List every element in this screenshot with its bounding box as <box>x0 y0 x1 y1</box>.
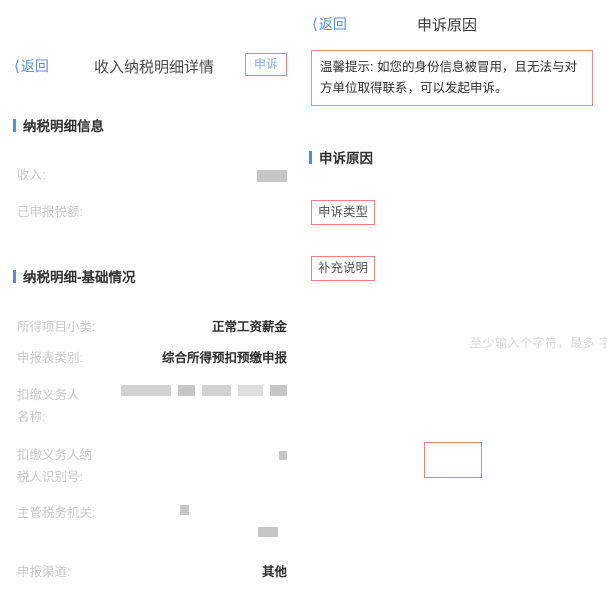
right-navbar: ⟨ 返回 申诉原因 <box>300 4 607 44</box>
section-accent-bar <box>309 150 312 164</box>
row-declared-tax: 已申报税额: <box>17 202 287 224</box>
row-declaration-channel: 申报渠道: 其他 <box>17 562 287 584</box>
appeal-button[interactable]: 申诉 <box>244 53 287 77</box>
row-income-category-label: 所得项目小类: <box>17 320 96 334</box>
section-accent-bar <box>13 118 16 132</box>
row-tax-authority-label: 主管税务机关: <box>17 506 96 520</box>
section-header-tax-details: 纳税明细信息 <box>13 115 104 135</box>
redaction-block <box>121 385 171 396</box>
empty-highlight-box[interactable] <box>424 442 482 478</box>
redaction-block <box>257 169 287 182</box>
redaction-block <box>279 451 287 461</box>
row-income-category: 所得项目小类: 正常工资薪金 <box>17 317 287 339</box>
chevron-left-icon: ⟨ <box>14 57 20 75</box>
character-count-hint: 至少输入个字符，最多 字 <box>470 336 607 350</box>
chevron-left-icon: ⟨ <box>312 15 318 33</box>
row-form-type-label: 申报表类别: <box>17 351 83 365</box>
tax-detail-panel: ⟨ 返回 收入纳税明细详情 申诉 纳税明细信息 收入: 已申报税额: 纳税明细-… <box>0 0 300 603</box>
row-form-type-value: 综合所得预扣预缴申报 <box>161 351 287 365</box>
row-withholding-agent-name-label: 扣缴义务人名称: <box>17 388 80 424</box>
row-withholding-agent-name: 扣缴义务人名称: <box>17 385 287 429</box>
section-header-tax-details-label: 纳税明细信息 <box>23 119 104 134</box>
row-withholding-agent-name-value <box>121 385 287 396</box>
section-header-appeal-reason-label: 申诉原因 <box>319 151 373 166</box>
section-accent-bar <box>13 269 16 283</box>
row-income-category-value: 正常工资薪金 <box>211 320 287 334</box>
redaction-block <box>178 385 195 396</box>
appeal-type-field[interactable]: 申诉类型 <box>311 200 376 225</box>
row-tax-authority-value <box>179 503 287 537</box>
row-declaration-channel-value: 其他 <box>261 565 287 579</box>
section-header-basic-info-label: 纳税明细-基础情况 <box>23 270 136 285</box>
row-income: 收入: <box>17 165 287 187</box>
redaction-block <box>270 385 287 396</box>
back-button-left-label: 返回 <box>20 58 49 74</box>
section-header-appeal-reason: 申诉原因 <box>309 147 373 167</box>
row-withholding-agent-id-value <box>279 445 287 467</box>
notice-banner: 温馨提示: 如您的身份信息被冒用，且无法与对方单位取得联系，可以发起申诉。 <box>311 50 593 107</box>
row-declaration-channel-label: 申报渠道: <box>17 565 71 579</box>
row-income-value <box>257 165 287 187</box>
redaction-block <box>258 526 278 537</box>
row-income-label: 收入: <box>17 168 46 182</box>
redaction-block <box>202 385 231 396</box>
back-button-left[interactable]: ⟨ 返回 <box>14 56 49 76</box>
back-button-right[interactable]: ⟨ 返回 <box>312 14 347 34</box>
supplementary-note-field[interactable]: 补充说明 <box>311 256 376 281</box>
left-navbar: ⟨ 返回 收入纳税明细详情 申诉 <box>0 46 300 86</box>
row-tax-authority: 主管税务机关: <box>17 503 287 537</box>
section-header-basic-info: 纳税明细-基础情况 <box>13 266 136 286</box>
row-form-type: 申报表类别: 综合所得预扣预缴申报 <box>17 348 287 370</box>
row-withholding-agent-id: 扣缴义务人纳税人识别号: <box>17 445 287 489</box>
page-title-left: 收入纳税明细详情 <box>94 58 215 76</box>
app-screen: ⟨ 返回 收入纳税明细详情 申诉 纳税明细信息 收入: 已申报税额: 纳税明细-… <box>0 0 607 603</box>
redaction-block <box>179 504 189 515</box>
row-withholding-agent-id-label: 扣缴义务人纳税人识别号: <box>17 448 93 484</box>
page-title-right: 申诉原因 <box>417 16 478 34</box>
back-button-right-label: 返回 <box>318 16 347 32</box>
row-declared-tax-label: 已申报税额: <box>17 205 83 219</box>
redaction-block <box>238 385 263 396</box>
redaction-group <box>121 385 287 396</box>
